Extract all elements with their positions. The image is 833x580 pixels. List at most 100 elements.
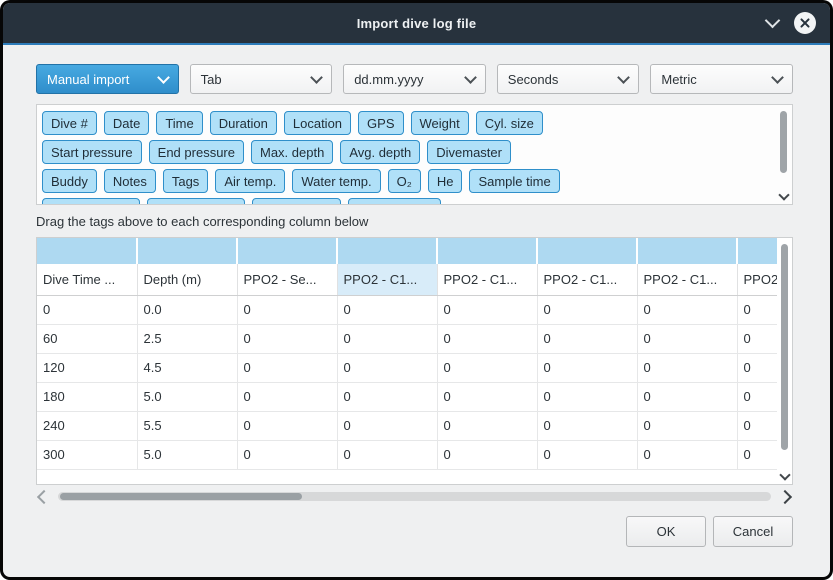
tag-duration[interactable]: Duration xyxy=(210,111,277,135)
tag-pool-scrollbar[interactable] xyxy=(777,107,790,202)
table-cell: 0 xyxy=(737,295,777,324)
table-cell: 0 xyxy=(237,324,337,353)
duration-format-select[interactable]: Seconds xyxy=(497,64,640,94)
window-title: Import dive log file xyxy=(3,16,830,31)
column-header[interactable]: PPO2 - C1... xyxy=(337,264,437,295)
column-drop-target[interactable] xyxy=(537,238,637,264)
tag-row: Sample depth Sample temp. Sample pO₂ Sample… xyxy=(42,198,770,205)
tag-time[interactable]: Time xyxy=(156,111,202,135)
table-cell: 0 xyxy=(237,411,337,440)
table-cell: 0 xyxy=(337,411,437,440)
tag-buddy[interactable]: Buddy xyxy=(42,169,97,193)
scroll-right-icon[interactable] xyxy=(778,489,792,503)
table-cell: 0 xyxy=(637,411,737,440)
column-drop-target[interactable] xyxy=(137,238,237,264)
tag-dive[interactable]: Dive # xyxy=(42,111,97,135)
tag-water-temp[interactable]: Water temp. xyxy=(292,169,380,193)
tag-end-pressure[interactable]: End pressure xyxy=(149,140,244,164)
dialog-content: Manual import Tab dd.mm.yyyy Seconds Met… xyxy=(3,45,830,577)
tag-row: Dive # Date Time Duration Location GPS Weight C… xyxy=(42,111,770,135)
scrollbar-thumb[interactable] xyxy=(780,111,787,173)
tag-location[interactable]: Location xyxy=(284,111,351,135)
column-header[interactable]: PPO2 - Se... xyxy=(237,264,337,295)
ok-button[interactable]: OK xyxy=(626,516,706,547)
table-cell: 0 xyxy=(437,382,537,411)
scrollbar-track[interactable] xyxy=(58,492,771,501)
table-cell: 0 xyxy=(737,382,777,411)
column-header[interactable]: PPO2 xyxy=(737,264,777,295)
scrollbar-thumb[interactable] xyxy=(60,493,302,500)
scroll-down-icon[interactable] xyxy=(778,189,789,200)
chevron-down-icon[interactable] xyxy=(765,13,781,29)
table-cell: 60 xyxy=(37,324,137,353)
table-cell: 5.0 xyxy=(137,382,237,411)
column-drop-target[interactable] xyxy=(637,238,737,264)
scrollbar-thumb[interactable] xyxy=(781,244,788,450)
tag-sample-po[interactable]: Sample pO₂ xyxy=(252,198,340,205)
table-cell: 0.0 xyxy=(137,295,237,324)
tag-gps[interactable]: GPS xyxy=(358,111,403,135)
cancel-button[interactable]: Cancel xyxy=(713,516,793,547)
table-cell: 4.5 xyxy=(137,353,237,382)
table-cell: 0 xyxy=(337,324,437,353)
date-format-select[interactable]: dd.mm.yyyy xyxy=(343,64,486,94)
scroll-down-icon[interactable] xyxy=(779,469,790,480)
tag-rows: Dive # Date Time Duration Location GPS Weight C… xyxy=(42,111,770,205)
tag-start-pressure[interactable]: Start pressure xyxy=(42,140,142,164)
options-row: Manual import Tab dd.mm.yyyy Seconds Met… xyxy=(36,64,793,94)
tag-he[interactable]: He xyxy=(428,169,463,193)
tag-pool: Dive # Date Time Duration Location GPS Weight C… xyxy=(36,104,793,205)
import-dialog: Import dive log file Manual import Tab d… xyxy=(3,3,830,577)
table-cell: 5.5 xyxy=(137,411,237,440)
column-header[interactable]: Dive Time ... xyxy=(37,264,137,295)
column-drop-target[interactable] xyxy=(237,238,337,264)
tag-cyl-size[interactable]: Cyl. size xyxy=(476,111,543,135)
tag-o[interactable]: O₂ xyxy=(388,169,421,193)
tag-divemaster[interactable]: Divemaster xyxy=(427,140,511,164)
table-cell: 0 xyxy=(437,440,537,469)
table-row: 1805.0000000 xyxy=(37,382,777,411)
tag-sample-depth[interactable]: Sample depth xyxy=(42,198,140,205)
table-cell: 0 xyxy=(237,382,337,411)
table-row: 602.5000000 xyxy=(37,324,777,353)
column-header[interactable]: PPO2 - C1... xyxy=(437,264,537,295)
table-cell: 0 xyxy=(737,440,777,469)
table-row: 1204.5000000 xyxy=(37,353,777,382)
table-cell: 0 xyxy=(537,295,637,324)
column-header[interactable]: Depth (m) xyxy=(137,264,237,295)
table-cell: 0 xyxy=(437,353,537,382)
table-horizontal-scrollbar[interactable] xyxy=(36,489,793,504)
tag-air-temp[interactable]: Air temp. xyxy=(215,169,285,193)
column-header[interactable]: PPO2 - C1... xyxy=(537,264,637,295)
table-cell: 300 xyxy=(37,440,137,469)
titlebar[interactable]: Import dive log file xyxy=(3,3,830,43)
close-icon[interactable] xyxy=(794,12,816,34)
tag-avg-depth[interactable]: Avg. depth xyxy=(340,140,420,164)
table-cell: 0 xyxy=(437,324,537,353)
header-row: Dive Time ...Depth (m)PPO2 - Se...PPO2 -… xyxy=(37,264,777,295)
column-header[interactable]: PPO2 - C1... xyxy=(637,264,737,295)
column-drop-target[interactable] xyxy=(37,238,137,264)
instruction-text: Drag the tags above to each correspondin… xyxy=(36,214,793,229)
field-separator-select[interactable]: Tab xyxy=(190,64,333,94)
tag-max-depth[interactable]: Max. depth xyxy=(251,140,333,164)
tag-date[interactable]: Date xyxy=(104,111,149,135)
scroll-left-icon[interactable] xyxy=(37,489,51,503)
column-drop-target[interactable] xyxy=(337,238,437,264)
table-cell: 0 xyxy=(337,295,437,324)
table-cell: 0 xyxy=(737,411,777,440)
tag-sample-cns[interactable]: Sample CNS xyxy=(348,198,441,205)
column-drop-target[interactable] xyxy=(437,238,537,264)
tag-sample-time[interactable]: Sample time xyxy=(469,169,559,193)
import-mode-select[interactable]: Manual import xyxy=(36,64,179,94)
tag-tags[interactable]: Tags xyxy=(163,169,208,193)
units-select[interactable]: Metric xyxy=(650,64,793,94)
table-vertical-scrollbar[interactable] xyxy=(778,240,791,482)
tag-notes[interactable]: Notes xyxy=(104,169,156,193)
table-cell: 0 xyxy=(637,324,737,353)
table-cell: 0 xyxy=(437,295,537,324)
column-drop-target[interactable] xyxy=(737,238,777,264)
window-frame: Import dive log file Manual import Tab d… xyxy=(0,0,833,580)
tag-weight[interactable]: Weight xyxy=(411,111,469,135)
tag-sample-temp[interactable]: Sample temp. xyxy=(147,198,245,205)
